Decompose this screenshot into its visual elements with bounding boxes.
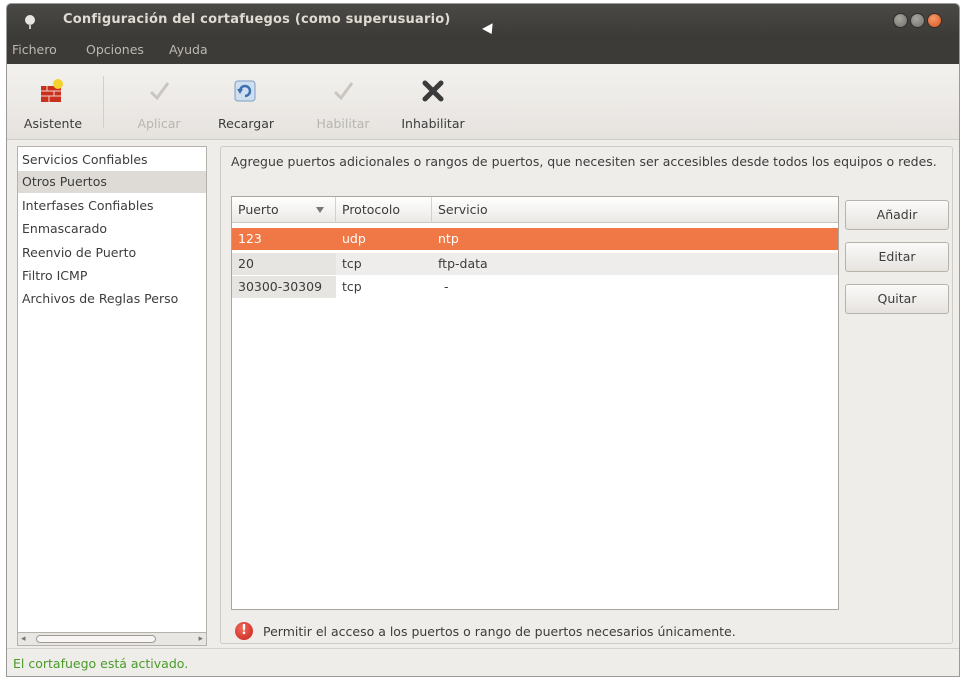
- minimize-button[interactable]: [893, 13, 908, 28]
- column-header-protocolo[interactable]: Protocolo: [336, 197, 432, 223]
- table-row[interactable]: 123 udp ntp: [232, 228, 838, 250]
- sidebar-item-archivos-de-reglas[interactable]: Archivos de Reglas Perso: [18, 288, 206, 310]
- app-icon: [25, 15, 35, 29]
- apply-label: Aplicar: [137, 116, 181, 131]
- status-text: El cortafuego está activado.: [13, 656, 189, 671]
- sidebar-item-interfases-confiables[interactable]: Interfases Confiables: [18, 195, 206, 217]
- sidebar-item-servicios-confiables[interactable]: Servicios Confiables: [18, 149, 206, 171]
- menu-opciones[interactable]: Opciones: [86, 42, 144, 57]
- sidebar: Servicios Confiables Otros Puertos Inter…: [17, 146, 207, 634]
- sidebar-item-reenvio-de-puerto[interactable]: Reenvio de Puerto: [18, 242, 206, 264]
- cell-port: 20: [232, 253, 336, 275]
- checkmark-icon: [149, 82, 170, 101]
- toolbar: Asistente Aplicar Recargar Habilitar Inh…: [7, 64, 959, 140]
- add-button[interactable]: Añadir: [845, 200, 949, 230]
- wizard-wall-icon: [41, 79, 63, 102]
- firewall-config-window: Configuración del cortafuegos (como supe…: [6, 3, 960, 677]
- wizard-label: Asistente: [23, 116, 83, 131]
- sidebar-item-otros-puertos[interactable]: Otros Puertos: [18, 171, 206, 193]
- reload-label: Recargar: [218, 116, 274, 131]
- table-row[interactable]: 30300-30309 tcp -: [232, 276, 838, 298]
- enable-button[interactable]: Habilitar: [306, 64, 380, 140]
- cell-service: -: [444, 279, 449, 294]
- warning-text: Permitir el acceso a los puertos o rango…: [263, 624, 736, 639]
- column-header-label: Puerto: [238, 202, 279, 217]
- reload-button[interactable]: Recargar: [206, 64, 286, 140]
- maximize-button[interactable]: [910, 13, 925, 28]
- toolbar-separator: [103, 76, 104, 128]
- checkmark-icon: [333, 82, 354, 101]
- edit-button[interactable]: Editar: [845, 242, 949, 272]
- wizard-button[interactable]: Asistente: [9, 64, 97, 140]
- table-row[interactable]: 20 tcp ftp-data: [232, 253, 838, 275]
- apply-button[interactable]: Aplicar: [117, 64, 201, 140]
- cell-protocol: tcp: [342, 256, 362, 271]
- reload-icon: [234, 80, 256, 102]
- menu-fichero[interactable]: Fichero: [12, 42, 57, 57]
- menu-bar: Fichero Opciones Ayuda: [7, 36, 959, 64]
- panel-description: Agregue puertos adicionales o rangos de …: [231, 154, 937, 169]
- cell-service: ntp: [438, 231, 459, 246]
- sidebar-item-enmascarado[interactable]: Enmascarado: [18, 218, 206, 240]
- menu-ayuda[interactable]: Ayuda: [169, 42, 208, 57]
- sort-descending-icon: [316, 207, 324, 213]
- window-title: Configuración del cortafuegos (como supe…: [63, 12, 451, 27]
- remove-button[interactable]: Quitar: [845, 284, 949, 314]
- cell-protocol: udp: [342, 231, 366, 246]
- scroll-right-arrow-icon[interactable]: ▸: [198, 633, 203, 645]
- column-header-servicio[interactable]: Servicio: [432, 197, 838, 223]
- scrollbar-thumb[interactable]: [36, 635, 156, 643]
- cell-port: 30300-30309: [232, 276, 336, 298]
- cell-protocol: tcp: [342, 279, 362, 294]
- sidebar-horizontal-scrollbar[interactable]: ◂ ▸: [17, 632, 207, 646]
- cell-port: 123: [238, 231, 262, 246]
- status-bar: El cortafuego está activado.: [7, 648, 959, 676]
- cell-service: ftp-data: [438, 256, 488, 271]
- disable-button[interactable]: Inhabilitar: [394, 64, 472, 140]
- scroll-left-arrow-icon[interactable]: ◂: [21, 633, 26, 645]
- disable-label: Inhabilitar: [401, 116, 465, 131]
- ports-table[interactable]: Puerto Protocolo Servicio 123 udp ntp 20…: [231, 196, 839, 610]
- sidebar-item-filtro-icmp[interactable]: Filtro ICMP: [18, 265, 206, 287]
- column-header-puerto[interactable]: Puerto: [232, 197, 336, 223]
- enable-label: Habilitar: [316, 116, 370, 131]
- warning-icon: !: [235, 622, 253, 640]
- close-x-icon: [422, 80, 444, 102]
- mouse-cursor-icon: [482, 23, 497, 37]
- title-bar[interactable]: Configuración del cortafuegos (como supe…: [7, 4, 959, 37]
- table-header: Puerto Protocolo Servicio: [232, 197, 838, 223]
- close-button[interactable]: [927, 13, 942, 28]
